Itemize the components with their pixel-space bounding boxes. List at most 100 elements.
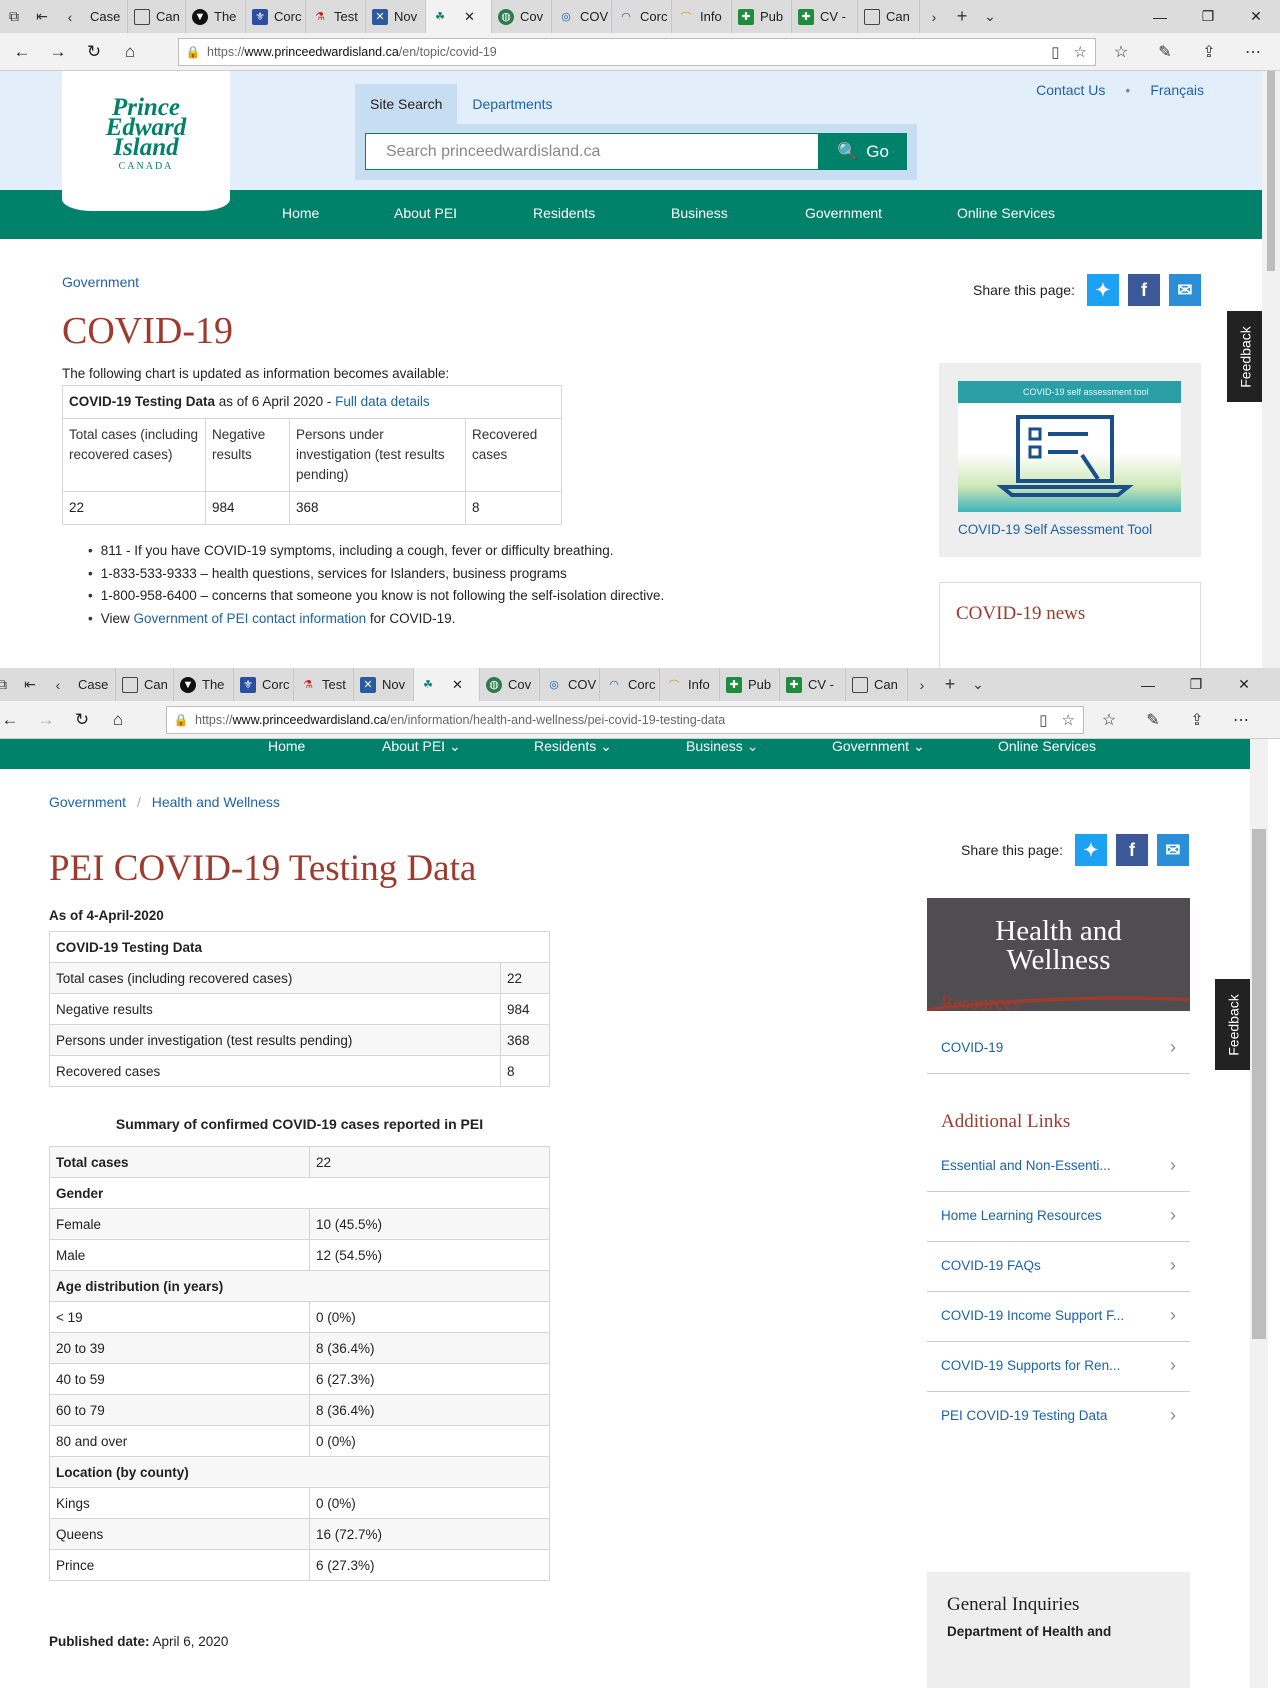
back-icon[interactable]: ← <box>4 33 40 71</box>
tab[interactable]: ◍ Cov <box>480 668 540 701</box>
tab-active[interactable]: ☘ ✕ <box>414 668 480 701</box>
tab[interactable]: Case <box>84 0 128 33</box>
scrollbar-thumb[interactable] <box>1252 829 1266 1339</box>
close-tab-icon[interactable]: ✕ <box>452 677 463 693</box>
sidebar-link-supports-renters[interactable]: COVID-19 Supports for Ren... › <box>927 1339 1190 1392</box>
pei-logo[interactable]: Prince Edward Island CANADA <box>62 71 230 211</box>
twitter-icon[interactable]: ✦ <box>1074 834 1107 866</box>
reading-view-icon[interactable]: ▯ <box>1039 711 1047 729</box>
search-input[interactable]: Search princeedwardisland.ca <box>365 133 819 170</box>
scroll-tabs-left-icon[interactable]: ‹ <box>44 668 72 701</box>
tab[interactable]: ▼ The <box>186 0 246 33</box>
minimize-icon[interactable]: — <box>1136 0 1184 33</box>
favorites-icon[interactable]: ☆ <box>1104 42 1138 62</box>
favorite-star-icon[interactable]: ☆ <box>1074 43 1087 61</box>
tab-active[interactable]: ☘ ✕ <box>426 0 492 33</box>
tab-list-icon[interactable]: ⌄ <box>964 668 992 701</box>
scroll-tabs-right-icon[interactable]: › <box>908 668 936 701</box>
more-icon[interactable]: ⋯ <box>1224 710 1258 730</box>
full-data-details-link[interactable]: Full data details <box>335 394 430 409</box>
tab[interactable]: Case <box>72 668 116 701</box>
forward-icon[interactable]: → <box>28 701 64 739</box>
close-window-icon[interactable]: ✕ <box>1232 0 1280 33</box>
tab[interactable]: ◎ COV <box>552 0 612 33</box>
tab[interactable]: ◠ Corc <box>612 0 672 33</box>
contact-info-link[interactable]: Government of PEI contact information <box>134 611 367 626</box>
tab[interactable]: ⚗ Test <box>294 668 354 701</box>
tab[interactable]: ✚ Pub <box>720 668 780 701</box>
tab[interactable]: Can <box>858 0 920 33</box>
scrollbar-thumb[interactable] <box>1267 71 1275 271</box>
favorite-star-icon[interactable]: ☆ <box>1062 711 1075 729</box>
facebook-icon[interactable]: f <box>1127 274 1160 306</box>
breadcrumb-government[interactable]: Government <box>49 794 126 810</box>
refresh-icon[interactable]: ↻ <box>64 701 100 739</box>
nav-online-services[interactable]: Online Services <box>998 738 1096 754</box>
tab[interactable]: ✕ Nov <box>366 0 426 33</box>
tab-actions-icon[interactable]: ⧉ <box>0 668 16 701</box>
set-aside-tabs-icon[interactable]: ⇤ <box>28 0 56 33</box>
sidebar-link-income-support[interactable]: COVID-19 Income Support F... › <box>927 1289 1190 1342</box>
facebook-icon[interactable]: f <box>1115 834 1148 866</box>
nav-business[interactable]: Business <box>671 205 728 221</box>
breadcrumb-health[interactable]: Health and Wellness <box>152 794 280 810</box>
nav-home[interactable]: Home <box>282 205 319 221</box>
back-icon[interactable]: ← <box>0 701 28 739</box>
feedback-tab[interactable]: Feedback <box>1215 979 1252 1070</box>
tab[interactable]: ⌒ Info <box>672 0 732 33</box>
tab[interactable]: ✚ CV - <box>792 0 858 33</box>
share-icon[interactable]: ⇪ <box>1192 42 1226 62</box>
tab[interactable]: Can <box>116 668 174 701</box>
tab-list-icon[interactable]: ⌄ <box>976 0 1004 33</box>
self-assessment-link[interactable]: COVID-19 Self Assessment Tool <box>958 522 1182 537</box>
tab[interactable]: ◠ Corc <box>600 668 660 701</box>
nav-government[interactable]: Government <box>805 205 882 221</box>
more-icon[interactable]: ⋯ <box>1236 42 1270 62</box>
nav-residents[interactable]: Residents ⌄ <box>534 738 612 755</box>
email-icon[interactable]: ✉ <box>1168 274 1201 306</box>
tab[interactable]: ◎ COV <box>540 668 600 701</box>
pen-icon[interactable]: ✎ <box>1136 710 1170 730</box>
sidebar-link-faqs[interactable]: COVID-19 FAQs › <box>927 1239 1190 1292</box>
nav-business[interactable]: Business ⌄ <box>686 738 758 755</box>
scrollbar[interactable] <box>1250 739 1268 1688</box>
tab[interactable]: Can <box>846 668 908 701</box>
scrollbar[interactable] <box>1262 71 1280 668</box>
restore-icon[interactable]: ❐ <box>1184 0 1232 33</box>
minimize-icon[interactable]: — <box>1124 668 1172 701</box>
contact-us-link[interactable]: Contact Us <box>1036 82 1105 98</box>
close-window-icon[interactable]: ✕ <box>1220 668 1268 701</box>
email-icon[interactable]: ✉ <box>1156 834 1189 866</box>
tab[interactable]: ▼ The <box>174 668 234 701</box>
feedback-tab[interactable]: Feedback <box>1227 311 1264 402</box>
nav-about-pei[interactable]: About PEI ⌄ <box>382 738 461 755</box>
nav-home[interactable]: Home <box>268 738 305 754</box>
new-tab-icon[interactable]: + <box>936 668 964 701</box>
search-go-button[interactable]: 🔍 Go <box>819 133 907 170</box>
tab[interactable]: ⚗ Test <box>306 0 366 33</box>
favorites-icon[interactable]: ☆ <box>1092 710 1126 730</box>
twitter-icon[interactable]: ✦ <box>1086 274 1119 306</box>
pen-icon[interactable]: ✎ <box>1148 42 1182 62</box>
restore-icon[interactable]: ❐ <box>1172 668 1220 701</box>
tab[interactable]: ⌒ Info <box>660 668 720 701</box>
set-aside-tabs-icon[interactable]: ⇤ <box>16 668 44 701</box>
home-icon[interactable]: ⌂ <box>100 701 136 739</box>
tab[interactable]: ✕ Nov <box>354 668 414 701</box>
self-assessment-card[interactable]: COVID-19 self assessment tool COVID-19 S… <box>939 363 1201 557</box>
tab-actions-icon[interactable]: ⧉ <box>0 0 28 33</box>
new-tab-icon[interactable]: + <box>948 0 976 33</box>
home-icon[interactable]: ⌂ <box>112 33 148 71</box>
close-tab-icon[interactable]: ✕ <box>464 9 475 25</box>
tab[interactable]: ◍ Cov <box>492 0 552 33</box>
share-icon[interactable]: ⇪ <box>1180 710 1214 730</box>
sidebar-link-essential[interactable]: Essential and Non-Essenti... › <box>927 1139 1190 1192</box>
tab[interactable]: ⚜ Corc <box>234 668 294 701</box>
departments-tab[interactable]: Departments <box>457 84 567 124</box>
tab[interactable]: ⚜ Corc <box>246 0 306 33</box>
nav-residents[interactable]: Residents <box>533 205 595 221</box>
url-field[interactable]: 🔒 https://www.princeedwardisland.ca/en/t… <box>178 38 1096 66</box>
nav-about-pei[interactable]: About PEI <box>394 205 457 221</box>
tab[interactable]: Can <box>128 0 186 33</box>
reading-view-icon[interactable]: ▯ <box>1051 43 1059 61</box>
